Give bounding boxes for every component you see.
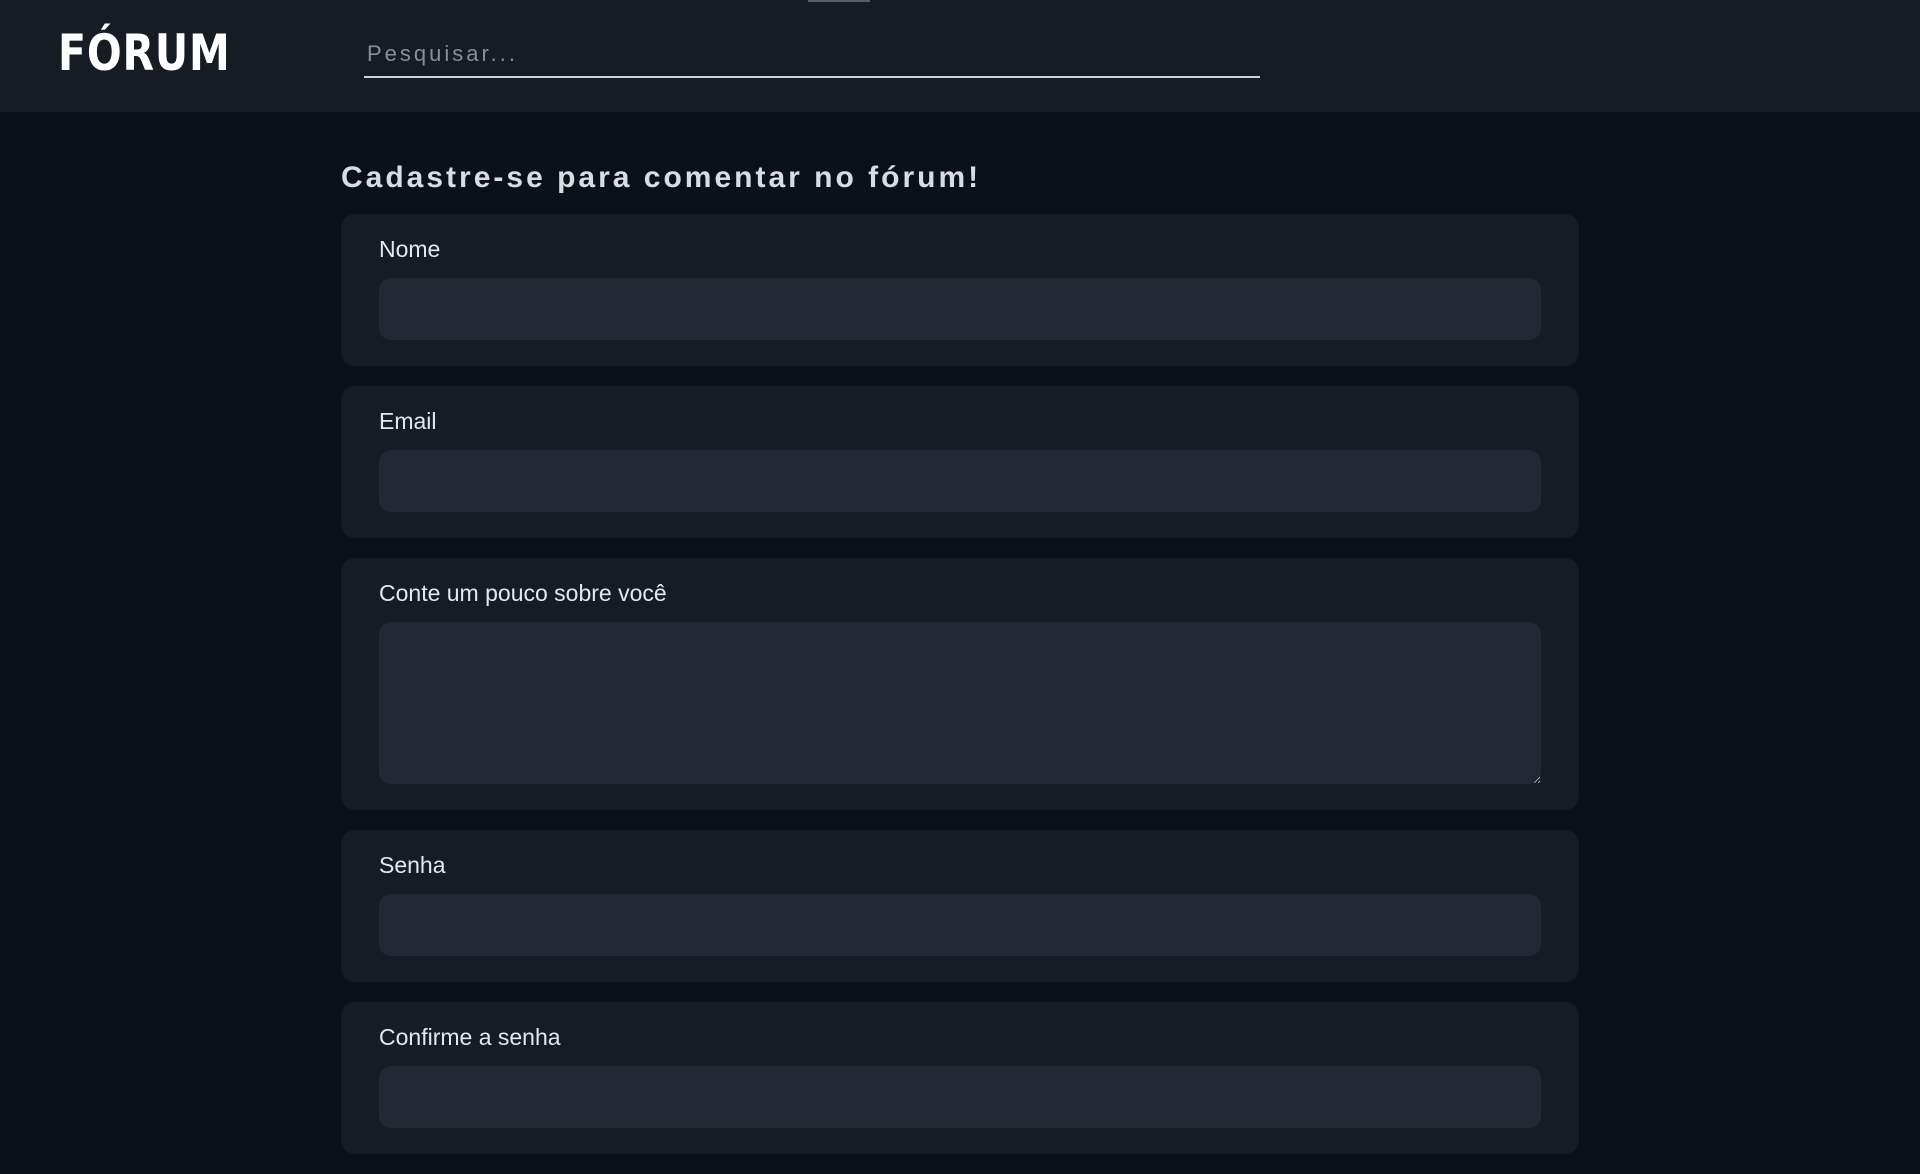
top-header: FÓRUM	[0, 0, 1920, 112]
confirm-password-input[interactable]	[379, 1066, 1541, 1128]
name-input[interactable]	[379, 278, 1541, 340]
search-bar	[364, 32, 1260, 78]
top-indicator-line	[808, 0, 870, 2]
about-textarea[interactable]	[379, 622, 1541, 784]
confirm-password-label: Confirme a senha	[379, 1024, 561, 1050]
name-field-card: Nome	[341, 214, 1579, 366]
about-label: Conte um pouco sobre você	[379, 580, 667, 606]
name-label: Nome	[379, 236, 441, 262]
password-input[interactable]	[379, 894, 1541, 956]
password-field-card: Senha	[341, 830, 1579, 982]
page-title: Cadastre-se para comentar no fórum!	[341, 161, 982, 194]
email-input[interactable]	[379, 450, 1541, 512]
about-field-card: Conte um pouco sobre você	[341, 558, 1579, 810]
forum-logo[interactable]: FÓRUM	[58, 28, 231, 78]
email-label: Email	[379, 408, 437, 434]
confirm-password-field-card: Confirme a senha	[341, 1002, 1579, 1154]
signup-form-area: Cadastre-se para comentar no fórum! Nome…	[341, 160, 1579, 1174]
email-field-card: Email	[341, 386, 1579, 538]
search-input[interactable]	[364, 32, 1260, 76]
password-label: Senha	[379, 852, 446, 878]
